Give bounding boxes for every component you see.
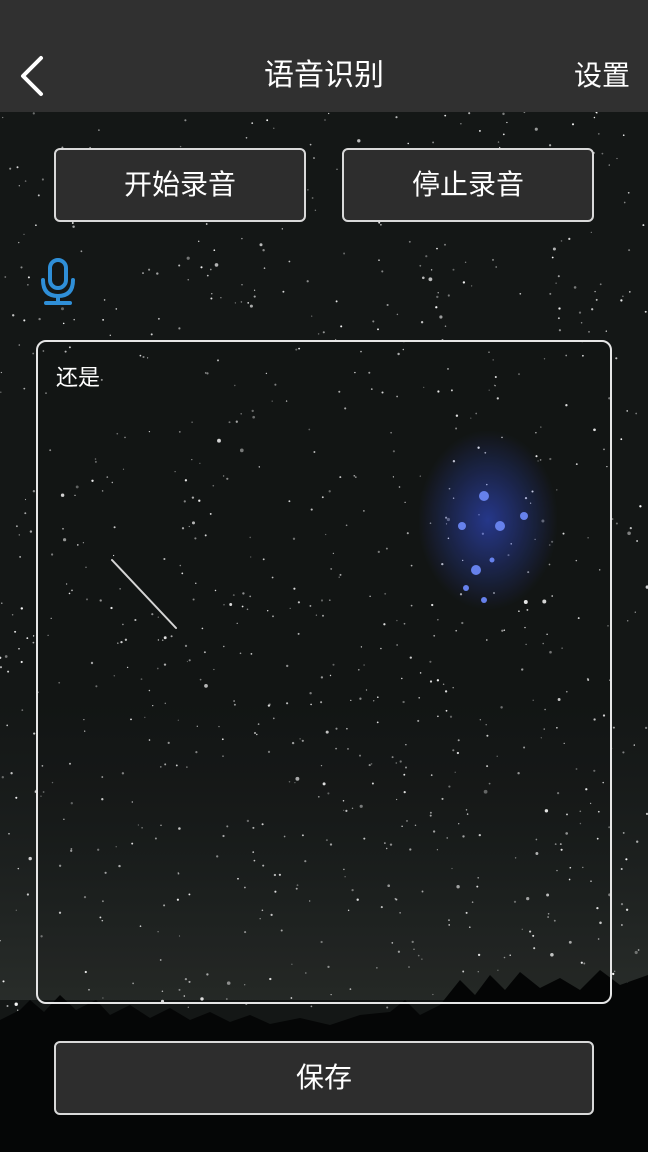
settings-button[interactable]: 设置 bbox=[574, 40, 630, 112]
status-bar bbox=[0, 0, 648, 40]
stop-recording-button[interactable]: 停止录音 bbox=[342, 148, 594, 222]
page-title: 语音识别 bbox=[264, 58, 384, 93]
chevron-left-icon bbox=[21, 56, 43, 96]
app-bar: 语音识别 设置 bbox=[0, 40, 648, 112]
save-button[interactable]: 保存 bbox=[54, 1041, 594, 1115]
screen: 语音识别 设置 开始录音 停止录音 还是 保存 bbox=[0, 0, 648, 1152]
start-recording-button[interactable]: 开始录音 bbox=[54, 148, 306, 222]
recognition-result-text: 还是 bbox=[56, 366, 101, 391]
recognition-result-box[interactable]: 还是 bbox=[36, 340, 612, 1004]
microphone-icon bbox=[41, 258, 75, 305]
back-button[interactable] bbox=[10, 52, 54, 100]
